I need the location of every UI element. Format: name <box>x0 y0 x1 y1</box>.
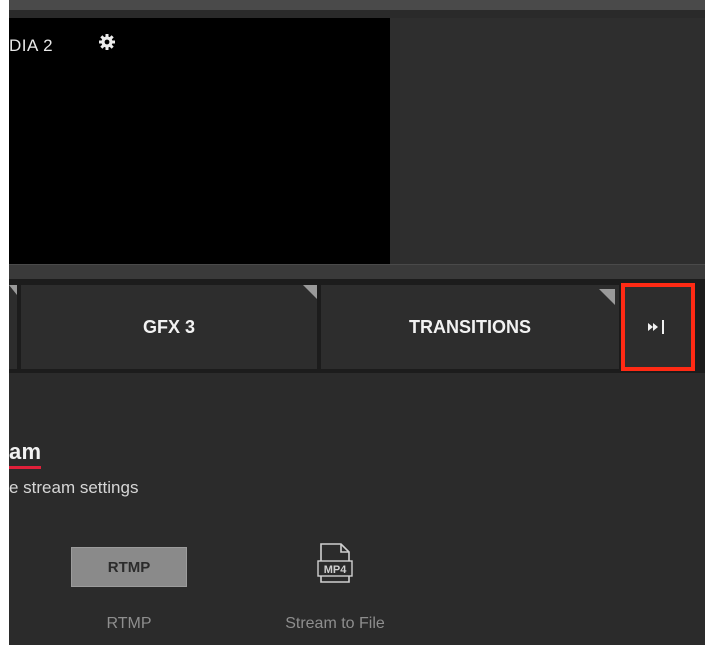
section-subtitle: e stream settings <box>9 478 139 497</box>
stream-settings-section: am e stream settings RTMP RTMP MP4 Strea… <box>9 373 705 645</box>
panel-divider <box>9 264 705 279</box>
section-title: am <box>9 439 42 464</box>
gear-icon[interactable] <box>97 32 117 52</box>
mp4-file-icon[interactable]: MP4 <box>316 543 354 583</box>
stream-to-file-label[interactable]: Stream to File <box>265 615 405 633</box>
media-2-panel[interactable]: DIA 2 <box>9 18 390 264</box>
tab-transitions[interactable]: TRANSITIONS <box>321 285 619 369</box>
tab-bar: GFX 3 TRANSITIONS <box>9 279 705 373</box>
tab-previous-partial[interactable] <box>9 285 17 369</box>
rtmp-button[interactable]: RTMP <box>71 547 187 587</box>
mp4-icon-text: MP4 <box>324 564 348 576</box>
top-strip <box>9 0 705 10</box>
top-strip-divider <box>9 10 705 18</box>
app-window: DIA 2 GFX 3 TRANSITIONS am e stream sett… <box>9 0 705 645</box>
tab-corner-indicator <box>303 285 317 299</box>
skip-forward-icon <box>648 320 664 334</box>
preview-panel <box>390 18 705 264</box>
tab-transitions-label: TRANSITIONS <box>408 316 531 337</box>
tab-gfx-3[interactable]: GFX 3 <box>21 285 317 369</box>
next-tabs-button[interactable] <box>621 283 695 371</box>
title-underline <box>9 466 41 469</box>
tab-corner-indicator <box>9 285 17 295</box>
rtmp-option-label[interactable]: RTMP <box>71 615 187 633</box>
tab-gfx-3-label: GFX 3 <box>142 316 195 337</box>
media-label: DIA 2 <box>9 36 54 55</box>
tab-corner-indicator <box>599 289 615 305</box>
